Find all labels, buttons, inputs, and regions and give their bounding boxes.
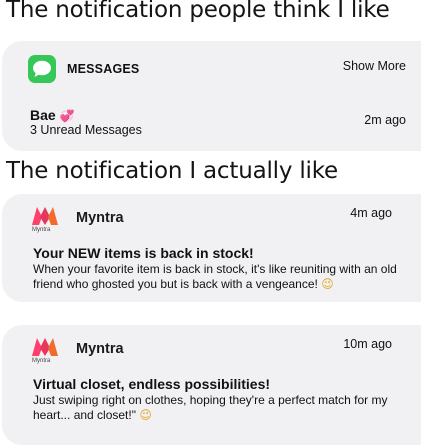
app-name-label: Myntra [76, 210, 124, 226]
wink-emoji-icon: 😉 [321, 277, 334, 291]
wink-emoji-icon: 😉 [139, 408, 152, 422]
myntra-notification-2[interactable]: Myntra Myntra 10m ago Virtual closet, en… [2, 325, 421, 445]
sender-name: Bae 💞 [30, 107, 75, 123]
timestamp: 4m ago [350, 206, 392, 220]
notification-body: When your favorite item is back in stock… [33, 262, 397, 291]
show-more-button[interactable]: Show More [343, 59, 406, 73]
timestamp: 10m ago [343, 337, 392, 351]
myntra-logo-wordmark: Myntra [32, 358, 51, 364]
myntra-notification-1[interactable]: Myntra Myntra 4m ago Your NEW items is b… [2, 194, 421, 302]
myntra-logo-wordmark: Myntra [32, 227, 51, 233]
app-name-label: Myntra [76, 341, 124, 357]
notification-title: Your NEW items is back in stock! [33, 245, 254, 261]
message-bubble-icon [28, 55, 56, 83]
notification-body: Just swiping right on clothes, hoping th… [33, 393, 388, 422]
app-name-label: MESSAGES [67, 62, 140, 76]
myntra-logo-icon: Myntra [32, 207, 60, 235]
heart-emoji-icon: 💞 [59, 109, 75, 123]
imessage-notification[interactable]: MESSAGES Show More Bae 💞 3 Unread Messag… [2, 41, 421, 151]
heading-bottom: The notification I actually like [6, 158, 338, 184]
timestamp: 2m ago [364, 113, 406, 127]
myntra-logo-icon: Myntra [32, 338, 60, 366]
notification-title: Virtual closet, endless possibilities! [33, 376, 271, 392]
heading-top: The notification people think I like [6, 0, 390, 23]
unread-count: 3 Unread Messages [30, 123, 142, 137]
